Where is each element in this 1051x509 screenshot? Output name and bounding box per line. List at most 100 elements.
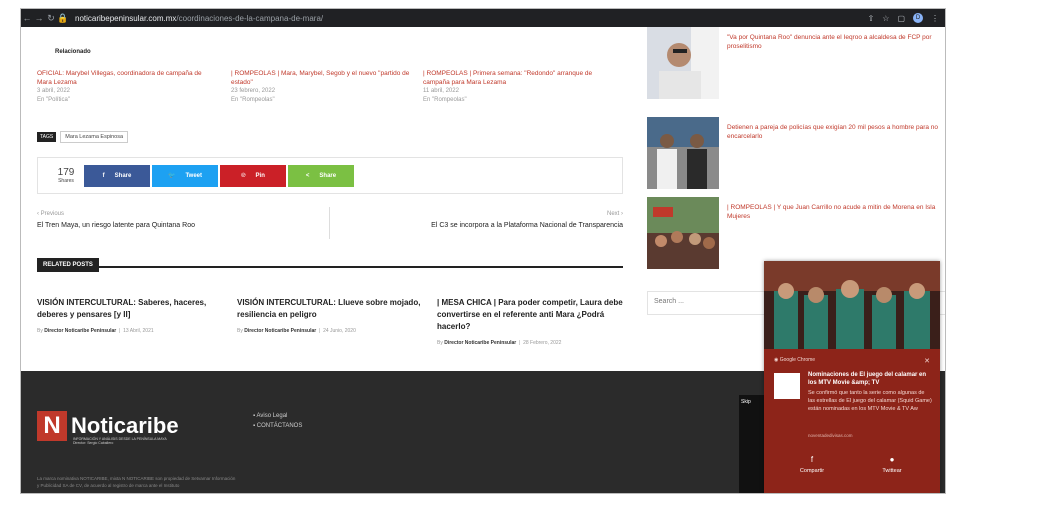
related-item-title[interactable]: OFICIAL: Marybel Villegas, coordinadora … xyxy=(37,69,217,87)
post-title[interactable]: | MESA CHICA | Para poder competir, Laur… xyxy=(437,297,627,333)
notification-action-label: Compartir xyxy=(799,468,825,474)
footer-logo[interactable]: N Noticaribe INFORMACIÓN Y ANÁLISIS DESD… xyxy=(37,411,179,445)
post-author[interactable]: Director Noticaribe Peninsular xyxy=(244,328,316,334)
share-button-label: Pin xyxy=(255,172,265,179)
search-placeholder: Search ... xyxy=(654,298,684,305)
pinterest-share-button[interactable]: ℗ Pin xyxy=(220,164,286,187)
news-thumbnail[interactable] xyxy=(647,197,719,269)
post-date: 24 Junio, 2020 xyxy=(323,328,356,334)
related-item-date: 23 febrero, 2022 xyxy=(231,88,276,94)
share-button-label: Tweet xyxy=(185,172,203,179)
post-by: By xyxy=(437,340,443,346)
prev-label: ‹ Previous xyxy=(37,211,65,217)
facebook-icon: f xyxy=(102,172,105,179)
tags-row: TAGS Mara Lezama Espinosa xyxy=(37,131,129,143)
next-post-link[interactable]: Next › El C3 se incorpora a la Plataform… xyxy=(431,211,623,229)
browser-toolbar: ← → ↻ 🔒 noticaribepeninsular.com.mx/coor… xyxy=(21,9,945,27)
notification-body: Se confirmó que tanto la serie como algu… xyxy=(808,390,932,412)
related-heading: Relacionado xyxy=(55,49,91,55)
sidepanel-icon[interactable]: ▢ xyxy=(897,14,905,23)
post-author[interactable]: Director Noticaribe Peninsular xyxy=(444,340,516,346)
prev-title[interactable]: El Tren Maya, un riesgo latente para Qui… xyxy=(37,222,195,229)
address-bar[interactable]: noticaribepeninsular.com.mx/coordinacion… xyxy=(75,14,323,23)
related-posts-heading: RELATED POSTS xyxy=(37,258,99,272)
lock-icon: 🔒 xyxy=(57,12,69,23)
prev-post-link[interactable]: ‹ Previous El Tren Maya, un riesgo laten… xyxy=(37,211,195,229)
news-thumbnail[interactable] xyxy=(647,27,719,99)
logo-mark: N xyxy=(37,411,67,441)
back-icon[interactable]: ← xyxy=(21,13,33,23)
footer-links: ▪ Aviso Legal ▪ CONTÁCTANOS xyxy=(253,411,302,431)
url-path: /coordinaciones-de-la-campana-de-mara/ xyxy=(176,13,324,23)
sidebar-news-item[interactable]: Detienen a pareja de policías que exigía… xyxy=(647,117,945,189)
share-icon: < xyxy=(305,172,310,179)
related-item-category: En "Rompeolas" xyxy=(231,97,275,103)
post-meta: By Director Noticaribe Peninsular | 28 F… xyxy=(437,340,562,346)
post-author[interactable]: Director Noticaribe Peninsular xyxy=(44,328,116,334)
next-title[interactable]: El C3 se incorpora a la Plataforma Nacio… xyxy=(431,222,623,229)
forward-icon[interactable]: → xyxy=(33,13,45,23)
nav-divider xyxy=(329,207,330,239)
skip-label[interactable]: Skip xyxy=(741,399,751,405)
logo-sub: Director: Sergio Caballero xyxy=(73,441,114,445)
tags-label: TAGS xyxy=(37,132,57,142)
post-date: 13 Abril, 2021 xyxy=(123,328,154,334)
notification-source: ◉ Google Chrome xyxy=(774,357,816,363)
share-bar: 179 Shares f Share 🐦 Tweet ℗ Pin < Share xyxy=(37,157,623,194)
related-post[interactable]: | MESA CHICA | Para poder competir, Laur… xyxy=(437,297,627,346)
sidebar-news-title[interactable]: Detienen a pareja de policías que exigía… xyxy=(727,123,945,141)
url-domain: noticaribepeninsular.com.mx xyxy=(75,13,177,23)
facebook-icon: f xyxy=(810,455,814,464)
bookmark-star-icon[interactable]: ☆ xyxy=(882,14,889,23)
post-by: By xyxy=(237,328,243,334)
sidebar-news-item[interactable]: "Va por Quintana Roo" denuncia ante el I… xyxy=(647,27,945,99)
sidebar-news-title[interactable]: | ROMPEOLAS | Y que Juan Carrillo no acu… xyxy=(727,203,945,221)
logo-name: Noticaribe xyxy=(71,413,179,438)
logo-tagline: INFORMACIÓN Y ANÁLISIS DESDE LA PENÍNSUL… xyxy=(73,437,193,445)
reload-icon[interactable]: ↻ xyxy=(45,13,57,24)
footer-link-contacto[interactable]: ▪ CONTÁCTANOS xyxy=(253,421,302,431)
share-page-icon[interactable]: ⇧ xyxy=(868,14,875,23)
related-item[interactable]: | ROMPEOLAS | Primera semana: "Redondo" … xyxy=(423,69,603,105)
related-item-date: 11 abril, 2022 xyxy=(423,88,459,94)
post-by: By xyxy=(37,328,43,334)
profile-avatar[interactable]: D xyxy=(913,13,923,23)
notification-action-label: Twittear xyxy=(882,468,902,474)
video-skip-panel: Skip xyxy=(739,395,765,493)
facebook-share-button[interactable]: f Share xyxy=(84,164,150,187)
news-thumbnail[interactable] xyxy=(647,117,719,189)
notification-tweet-button[interactable]: ● Twittear xyxy=(862,455,922,474)
generic-share-button[interactable]: < Share xyxy=(288,164,354,187)
twitter-icon: ● xyxy=(889,455,895,464)
pinterest-icon: ℗ xyxy=(241,172,246,179)
close-icon[interactable]: ✕ xyxy=(924,357,930,365)
notification-title: Nominaciones de El juego del calamar en … xyxy=(808,372,927,386)
related-item-title[interactable]: | ROMPEOLAS | Primera semana: "Redondo" … xyxy=(423,69,603,87)
chrome-notification[interactable]: ◉ Google Chrome ✕ Nominaciones de El jue… xyxy=(764,261,940,493)
share-count-label: Shares xyxy=(58,178,74,184)
related-item[interactable]: | ROMPEOLAS | Mara, Marybel, Segob y el … xyxy=(231,69,411,105)
kebab-menu-icon[interactable]: ⋮ xyxy=(931,14,939,23)
notification-source-label: Google Chrome xyxy=(779,357,816,363)
notification-domain: noventadedivisas.com xyxy=(808,433,853,438)
post-date: 28 Febrero, 2022 xyxy=(523,340,562,346)
notification-share-button[interactable]: f Compartir xyxy=(782,455,842,474)
post-title[interactable]: VISIÓN INTERCULTURAL: Saberes, haceres, … xyxy=(37,297,227,321)
tag-link[interactable]: Mara Lezama Espinosa xyxy=(60,131,129,143)
next-label: Next › xyxy=(606,211,623,217)
footer-legal-text: La marca nominativa NOTICARIBE, mixta N … xyxy=(37,476,236,488)
related-item[interactable]: OFICIAL: Marybel Villegas, coordinadora … xyxy=(37,69,217,105)
share-button-label: Share xyxy=(319,172,337,179)
share-button-label: Share xyxy=(114,172,132,179)
sidebar-news-title[interactable]: "Va por Quintana Roo" denuncia ante el I… xyxy=(727,33,945,51)
related-post[interactable]: VISIÓN INTERCULTURAL: Llueve sobre mojad… xyxy=(237,297,427,334)
related-post[interactable]: VISIÓN INTERCULTURAL: Saberes, haceres, … xyxy=(37,297,227,334)
twitter-share-button[interactable]: 🐦 Tweet xyxy=(152,164,218,187)
post-meta: By Director Noticaribe Peninsular | 24 J… xyxy=(237,328,356,334)
footer-link-aviso[interactable]: ▪ Aviso Legal xyxy=(253,411,302,421)
post-title[interactable]: VISIÓN INTERCULTURAL: Llueve sobre mojad… xyxy=(237,297,427,321)
sidebar-news-item[interactable]: | ROMPEOLAS | Y que Juan Carrillo no acu… xyxy=(647,197,945,269)
footer-link-label: Aviso Legal xyxy=(256,413,288,419)
related-item-date: 3 abril, 2022 xyxy=(37,88,71,94)
related-item-title[interactable]: | ROMPEOLAS | Mara, Marybel, Segob y el … xyxy=(231,69,411,87)
